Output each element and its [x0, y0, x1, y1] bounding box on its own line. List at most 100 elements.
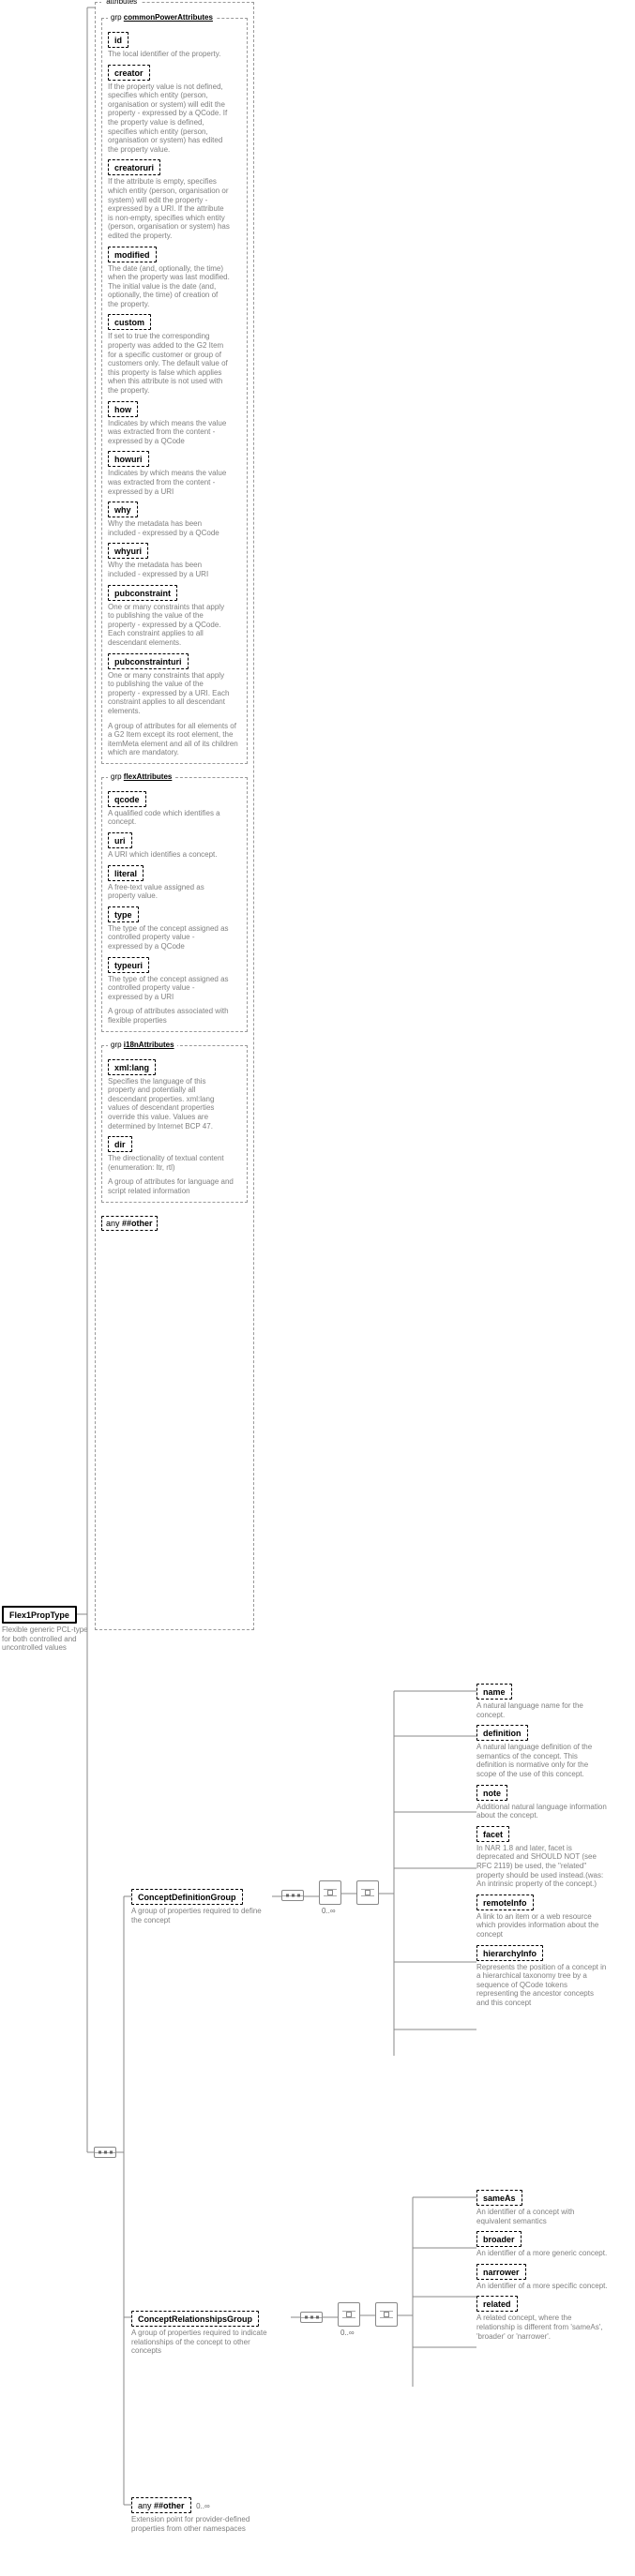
elem-hierarchyinfo: hierarchyInfo: [483, 1949, 537, 1958]
elem-remoteinfo-desc: A link to an item or a web resource whic…: [476, 1912, 608, 1939]
choice-connector-crgroup2: [375, 2302, 398, 2327]
root-type-desc: Flexible generic PCL-type for both contr…: [2, 1625, 91, 1653]
any-keyword: any: [106, 1219, 120, 1228]
grp-keyword: grp: [111, 13, 122, 22]
elem-name-desc: A natural language name for the concept.: [476, 1701, 608, 1719]
attr-qcode-desc: A qualified code which identifies a conc…: [108, 809, 230, 827]
elem-related: related: [483, 2299, 511, 2309]
elem-remoteinfo: remoteInfo: [483, 1898, 527, 1908]
attr-uri-desc: A URI which identifies a concept.: [108, 850, 230, 860]
root-type-box: Flex1PropType: [2, 1606, 77, 1624]
attr-modified-desc: The date (and, optionally, the time) whe…: [108, 264, 230, 309]
concept-def-group-name: ConceptDefinitionGroup: [138, 1893, 236, 1902]
attr-custom-desc: If set to true the corresponding propert…: [108, 332, 230, 395]
any-value: ##other: [122, 1219, 153, 1228]
attr-literal-desc: A free-text value assigned as property v…: [108, 883, 230, 901]
attr-id-desc: The local identifier of the property.: [108, 50, 230, 59]
attr-qcode: qcode: [114, 795, 140, 804]
i18n-attrs-group-label: grp i18nAttributes: [108, 1041, 177, 1049]
attr-howuri-desc: Indicates by which means the value was e…: [108, 469, 230, 496]
flex-attrs-group-desc: A group of attributes associated with fl…: [108, 1007, 241, 1025]
elem-sameas: sameAs: [483, 2194, 516, 2203]
attr-how: how: [114, 405, 131, 414]
elem-definition: definition: [483, 1729, 522, 1738]
elem-facet-desc: In NAR 1.8 and later, facet is deprecate…: [476, 1844, 608, 1889]
i18n-attrs-items: xml:lang Specifies the language of this p…: [108, 1059, 241, 1173]
flex-attrs-group: grp flexAttributes qcodeA qualified code…: [101, 777, 248, 1032]
elem-facet: facet: [483, 1830, 503, 1839]
sequence-connector-crgroup: [300, 2312, 323, 2323]
i18n-attrs-group: grp i18nAttributes xml:langSpecifies the…: [101, 1045, 248, 1203]
attr-creatoruri-desc: If the attribute is empty, specifies whi…: [108, 177, 230, 240]
elem-broader-desc: An identifier of a more generic concept.: [476, 2249, 608, 2258]
elem-note-desc: Additional natural language information …: [476, 1803, 608, 1820]
attr-custom: custom: [114, 318, 144, 327]
any-keyword-2: any: [138, 2501, 152, 2510]
common-power-group-label: grp commonPowerAttributes: [108, 13, 216, 22]
elem-definition-desc: A natural language definition of the sem…: [476, 1743, 608, 1778]
attr-modified: modified: [114, 250, 150, 260]
attr-creator: creator: [114, 68, 144, 78]
concept-def-group-desc: A group of properties required to define…: [131, 1907, 267, 1925]
sequence-connector-root: [94, 2147, 116, 2158]
attr-typeuri-desc: The type of the concept assigned as cont…: [108, 975, 230, 1002]
any-other-elem: any ##other: [131, 2497, 191, 2513]
attr-literal: literal: [114, 869, 137, 878]
flex-attrs-items: qcode A qualified code which identifies a…: [108, 791, 241, 1002]
choice-connector-cdgroup: [319, 1880, 341, 1905]
elem-narrower-desc: An identifier of a more specific concept…: [476, 2282, 608, 2291]
any-other-attr: any ##other: [101, 1216, 248, 1231]
elem-sameas-desc: An identifier of a concept with equivale…: [476, 2208, 608, 2225]
attr-xmllang: xml:lang: [114, 1063, 149, 1072]
elem-broader: broader: [483, 2235, 515, 2244]
i18n-attrs-name: i18nAttributes: [124, 1041, 174, 1049]
attr-how-desc: Indicates by which means the value was e…: [108, 419, 230, 446]
flex-attrs-name: flexAttributes: [124, 772, 173, 781]
common-power-items: idThe local identifier of the property. …: [108, 32, 241, 716]
any-value-2: ##other: [154, 2501, 185, 2510]
sequence-connector-cdgroup: [281, 1890, 304, 1901]
attr-type: type: [114, 910, 132, 920]
grp-keyword-flex: grp: [111, 772, 122, 781]
i18n-attrs-group-desc: A group of attributes for language and s…: [108, 1177, 241, 1195]
root-type-label: Flex1PropType: [9, 1610, 69, 1620]
attr-dir: dir: [114, 1140, 126, 1149]
concept-rel-group-name: ConceptRelationshipsGroup: [138, 2314, 252, 2324]
concept-def-group-box: ConceptDefinitionGroup: [131, 1889, 243, 1905]
attr-xmllang-desc: Specifies the language of this property …: [108, 1077, 230, 1131]
any-other-card: 0..∞: [196, 2502, 210, 2510]
attr-id: id: [114, 36, 122, 45]
attr-pubconstrainturi: pubconstrainturi: [114, 657, 182, 666]
attributes-group-box: attributes grp commonPowerAttributes idT…: [95, 2, 254, 1630]
attr-why: why: [114, 505, 131, 515]
attr-uri: uri: [114, 836, 126, 846]
attr-dir-desc: The directionality of textual content (e…: [108, 1154, 230, 1172]
attr-pubconstraint: pubconstraint: [114, 589, 171, 598]
attr-creatoruri: creatoruri: [114, 163, 154, 172]
choice-connector-crgroup: [338, 2302, 360, 2327]
attr-pubconstraint-desc: One or many constraints that apply to pu…: [108, 603, 230, 648]
common-power-group-desc: A group of attributes for all elements o…: [108, 722, 241, 757]
attr-pubconstrainturi-desc: One or many constraints that apply to pu…: [108, 671, 230, 716]
common-power-name: commonPowerAttributes: [124, 13, 213, 22]
grp-keyword-i18n: grp: [111, 1041, 122, 1049]
attr-howuri: howuri: [114, 455, 143, 464]
concept-rel-group-box: ConceptRelationshipsGroup: [131, 2311, 259, 2327]
elem-note: note: [483, 1789, 501, 1798]
attributes-group-label-text: attributes: [106, 0, 137, 6]
attr-creator-desc: If the property value is not defined, sp…: [108, 82, 230, 155]
choice-card-crgroup: 0..∞: [340, 2329, 360, 2337]
elem-related-desc: A related concept, where the relationshi…: [476, 2314, 608, 2341]
common-power-group: grp commonPowerAttributes idThe local id…: [101, 18, 248, 764]
elem-narrower: narrower: [483, 2268, 520, 2277]
any-other-desc: Extension point for provider-defined pro…: [131, 2515, 253, 2533]
flex-attrs-group-label: grp flexAttributes: [108, 772, 174, 781]
attr-whyuri: whyuri: [114, 547, 142, 556]
elem-hierarchyinfo-desc: Represents the position of a concept in …: [476, 1963, 608, 2008]
elem-name: name: [483, 1687, 506, 1697]
attr-why-desc: Why the metadata has been included - exp…: [108, 519, 230, 537]
choice-connector-cdgroup2: [356, 1880, 379, 1905]
attr-whyuri-desc: Why the metadata has been included - exp…: [108, 561, 230, 578]
attr-typeuri: typeuri: [114, 961, 143, 970]
attr-type-desc: The type of the concept assigned as cont…: [108, 924, 230, 951]
